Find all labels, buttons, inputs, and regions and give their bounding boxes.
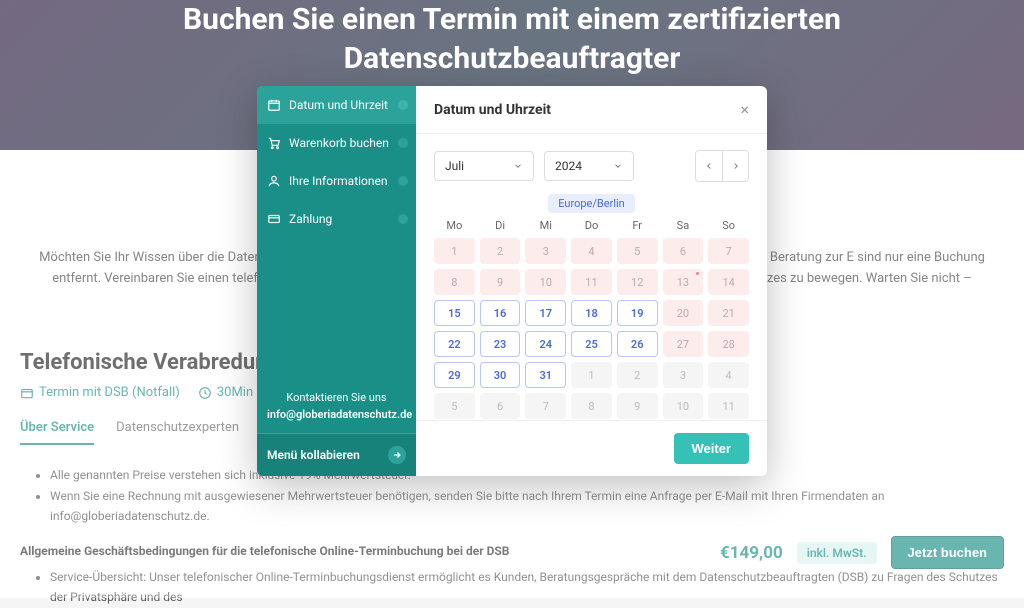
calendar-day: 10 (525, 269, 566, 295)
next-button[interactable]: Weiter (674, 433, 750, 464)
calendar-day: 1 (434, 238, 475, 264)
collapse-menu-button[interactable]: Menü kollabieren (257, 434, 416, 476)
chevron-down-icon (513, 161, 523, 171)
status-dot (398, 138, 408, 148)
chevron-right-icon (731, 161, 741, 171)
calendar-day: 20 (663, 300, 704, 326)
collapse-label: Menü kollabieren (267, 448, 360, 462)
calendar-grid: 1234567891011121314151617181920212223242… (434, 238, 749, 419)
calendar-day: 12 (617, 269, 658, 295)
calendar-day: 2 (617, 362, 658, 388)
calendar-day[interactable]: 24 (525, 331, 566, 357)
step-label: Ihre Informationen (289, 174, 388, 188)
calendar-day[interactable]: 16 (480, 300, 521, 326)
calendar-day: 11 (571, 269, 612, 295)
step-label: Zahlung (289, 212, 332, 226)
step-info[interactable]: Ihre Informationen (257, 162, 416, 200)
calendar-day: 4 (708, 362, 749, 388)
calendar-day: 7 (525, 393, 566, 419)
weekday-label: Mi (525, 219, 566, 232)
calendar-day: 3 (663, 362, 704, 388)
calendar-day: 8 (434, 269, 475, 295)
chevron-left-icon (704, 161, 714, 171)
timezone-row: Europe/Berlin (434, 192, 749, 211)
contact-email-link[interactable]: info@globeriadatenschutz.de (267, 408, 412, 421)
sidebar-contact: Kontaktieren Sie uns info@globeriadatens… (257, 380, 416, 434)
availability-dot (696, 272, 699, 275)
calendar-day: 2 (480, 238, 521, 264)
weekday-label: Sa (663, 219, 704, 232)
calendar-day[interactable]: 30 (480, 362, 521, 388)
status-dot (398, 176, 408, 186)
calendar-day: 9 (480, 269, 521, 295)
step-date-time[interactable]: Datum und Uhrzeit (257, 86, 416, 124)
card-icon (267, 212, 281, 226)
calendar-day[interactable]: 22 (434, 331, 475, 357)
month-nav (695, 150, 749, 182)
year-value: 2024 (555, 159, 582, 173)
close-icon[interactable]: × (740, 100, 749, 119)
calendar-day: 10 (663, 393, 704, 419)
chevron-down-icon (613, 161, 623, 171)
calendar-day: 5 (434, 393, 475, 419)
step-cart[interactable]: Warenkorb buchen (257, 124, 416, 162)
modal-sidebar: Datum und Uhrzeit Warenkorb buchen Ihre … (257, 86, 416, 476)
calendar-day: 3 (525, 238, 566, 264)
booking-modal: Datum und Uhrzeit Warenkorb buchen Ihre … (257, 86, 767, 476)
weekday-label: Do (571, 219, 612, 232)
calendar-day[interactable]: 19 (617, 300, 658, 326)
calendar-day: 14 (708, 269, 749, 295)
calendar-day[interactable]: 17 (525, 300, 566, 326)
calendar-day[interactable]: 15 (434, 300, 475, 326)
cart-icon (267, 136, 281, 150)
calendar: MoDiMiDoFrSaSo 1234567891011121314151617… (434, 219, 749, 419)
user-icon (267, 174, 281, 188)
calendar-day: 1 (571, 362, 612, 388)
panel-footer: Weiter (416, 420, 767, 476)
calendar-day[interactable]: 25 (571, 331, 612, 357)
contact-label: Kontaktieren Sie uns (267, 390, 406, 407)
calendar-day: 6 (663, 238, 704, 264)
calendar-day: 8 (571, 393, 612, 419)
calendar-day[interactable]: 29 (434, 362, 475, 388)
calendar-day[interactable]: 31 (525, 362, 566, 388)
calendar-day: 9 (617, 393, 658, 419)
calendar-day: 6 (480, 393, 521, 419)
calendar-day: 5 (617, 238, 658, 264)
calendar-day: 4 (571, 238, 612, 264)
calendar-controls: Juli 2024 (434, 150, 749, 182)
calendar-day[interactable]: 18 (571, 300, 612, 326)
calendar-day: 21 (708, 300, 749, 326)
step-label: Warenkorb buchen (289, 136, 389, 150)
panel-header: Datum und Uhrzeit × (416, 86, 767, 134)
calendar-icon (267, 98, 281, 112)
panel-body: Juli 2024 (416, 134, 767, 420)
month-select[interactable]: Juli (434, 151, 534, 181)
arrow-right-icon (388, 446, 406, 464)
modal-panel: Datum und Uhrzeit × Juli 2024 (416, 86, 767, 476)
calendar-day: 7 (708, 238, 749, 264)
weekday-label: Mo (434, 219, 475, 232)
year-select[interactable]: 2024 (544, 151, 634, 181)
panel-title: Datum und Uhrzeit (434, 102, 551, 118)
step-label: Datum und Uhrzeit (289, 98, 388, 112)
weekday-label: Fr (617, 219, 658, 232)
calendar-day[interactable]: 23 (480, 331, 521, 357)
calendar-weekdays: Mo Di Mi Do Fr Sa So (434, 219, 749, 232)
calendar-day: 13 (663, 269, 704, 295)
calendar-day[interactable]: 26 (617, 331, 658, 357)
weekday-label: So (708, 219, 749, 232)
timezone-badge[interactable]: Europe/Berlin (548, 194, 635, 213)
weekday-label: Di (480, 219, 521, 232)
step-payment[interactable]: Zahlung (257, 200, 416, 238)
month-value: Juli (445, 159, 464, 173)
calendar-day: 28 (708, 331, 749, 357)
prev-month-button[interactable] (696, 151, 722, 181)
status-dot (398, 100, 408, 110)
status-dot (398, 214, 408, 224)
calendar-day: 11 (708, 393, 749, 419)
next-month-button[interactable] (722, 151, 748, 181)
calendar-day: 27 (663, 331, 704, 357)
modal-overlay: Datum und Uhrzeit Warenkorb buchen Ihre … (0, 0, 1024, 598)
